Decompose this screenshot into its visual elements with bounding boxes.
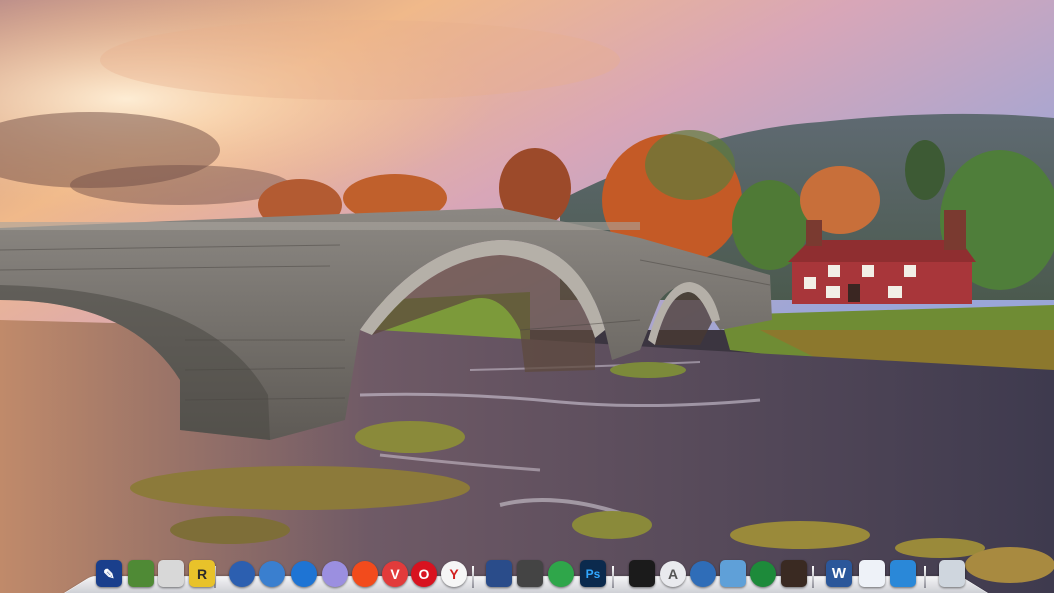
dock-item-app-store[interactable]: A bbox=[660, 561, 686, 587]
dock-item-final-cut[interactable] bbox=[629, 560, 655, 587]
dock-item-vivaldi[interactable]: V bbox=[382, 561, 408, 587]
r-letter-icon: R bbox=[196, 565, 208, 582]
dock-item-trash[interactable] bbox=[939, 560, 965, 587]
o-icon: O bbox=[418, 566, 430, 582]
dock-item-save-tool[interactable] bbox=[486, 560, 512, 587]
dock-item-brave[interactable] bbox=[352, 561, 378, 587]
dock-item-world[interactable] bbox=[690, 561, 716, 587]
wallpaper-scene bbox=[0, 0, 1054, 593]
dock-item-cactus-app[interactable] bbox=[128, 560, 154, 587]
desktop-wallpaper bbox=[0, 0, 1054, 593]
dock-item-photoshop[interactable]: Ps bbox=[580, 560, 606, 587]
dock-item-browser-globe[interactable] bbox=[259, 561, 285, 587]
dock-item-jamaica[interactable] bbox=[750, 561, 776, 587]
dock-item-firefox[interactable] bbox=[229, 561, 255, 587]
y-icon: Y bbox=[449, 566, 459, 582]
dock-item-mail[interactable] bbox=[890, 560, 916, 587]
app-store-icon: A bbox=[667, 566, 679, 582]
dock-separator bbox=[472, 566, 474, 588]
dock-item-word[interactable]: W bbox=[826, 560, 852, 587]
dock-separator bbox=[612, 566, 614, 588]
dock-item-web-browser[interactable] bbox=[322, 561, 348, 587]
dock-item-photo-booth[interactable] bbox=[781, 560, 807, 587]
dock-icons: ✎ R V O Y Ps A W bbox=[84, 560, 984, 590]
word-icon: W bbox=[831, 565, 847, 582]
monitor-icon: ✎ bbox=[103, 565, 115, 582]
dock: ✎ R V O Y Ps A W bbox=[64, 560, 988, 593]
dock-separator bbox=[924, 566, 926, 588]
dock-item-r-app[interactable]: R bbox=[189, 560, 215, 587]
v-icon: V bbox=[390, 566, 400, 582]
dock-item-camera[interactable] bbox=[517, 560, 543, 587]
dock-item-pages[interactable] bbox=[859, 560, 885, 587]
dock-item-internet[interactable] bbox=[548, 561, 574, 587]
ps-icon: Ps bbox=[585, 566, 601, 581]
dock-item-pen-tool[interactable] bbox=[720, 560, 746, 587]
dock-item-preview[interactable] bbox=[158, 560, 184, 587]
dock-item-safari[interactable] bbox=[291, 561, 317, 587]
dock-item-opera[interactable]: O bbox=[411, 561, 437, 587]
dock-item-desktop-utility[interactable]: ✎ bbox=[96, 560, 122, 587]
dock-item-yandex[interactable]: Y bbox=[441, 561, 467, 587]
dock-separator bbox=[812, 566, 814, 588]
